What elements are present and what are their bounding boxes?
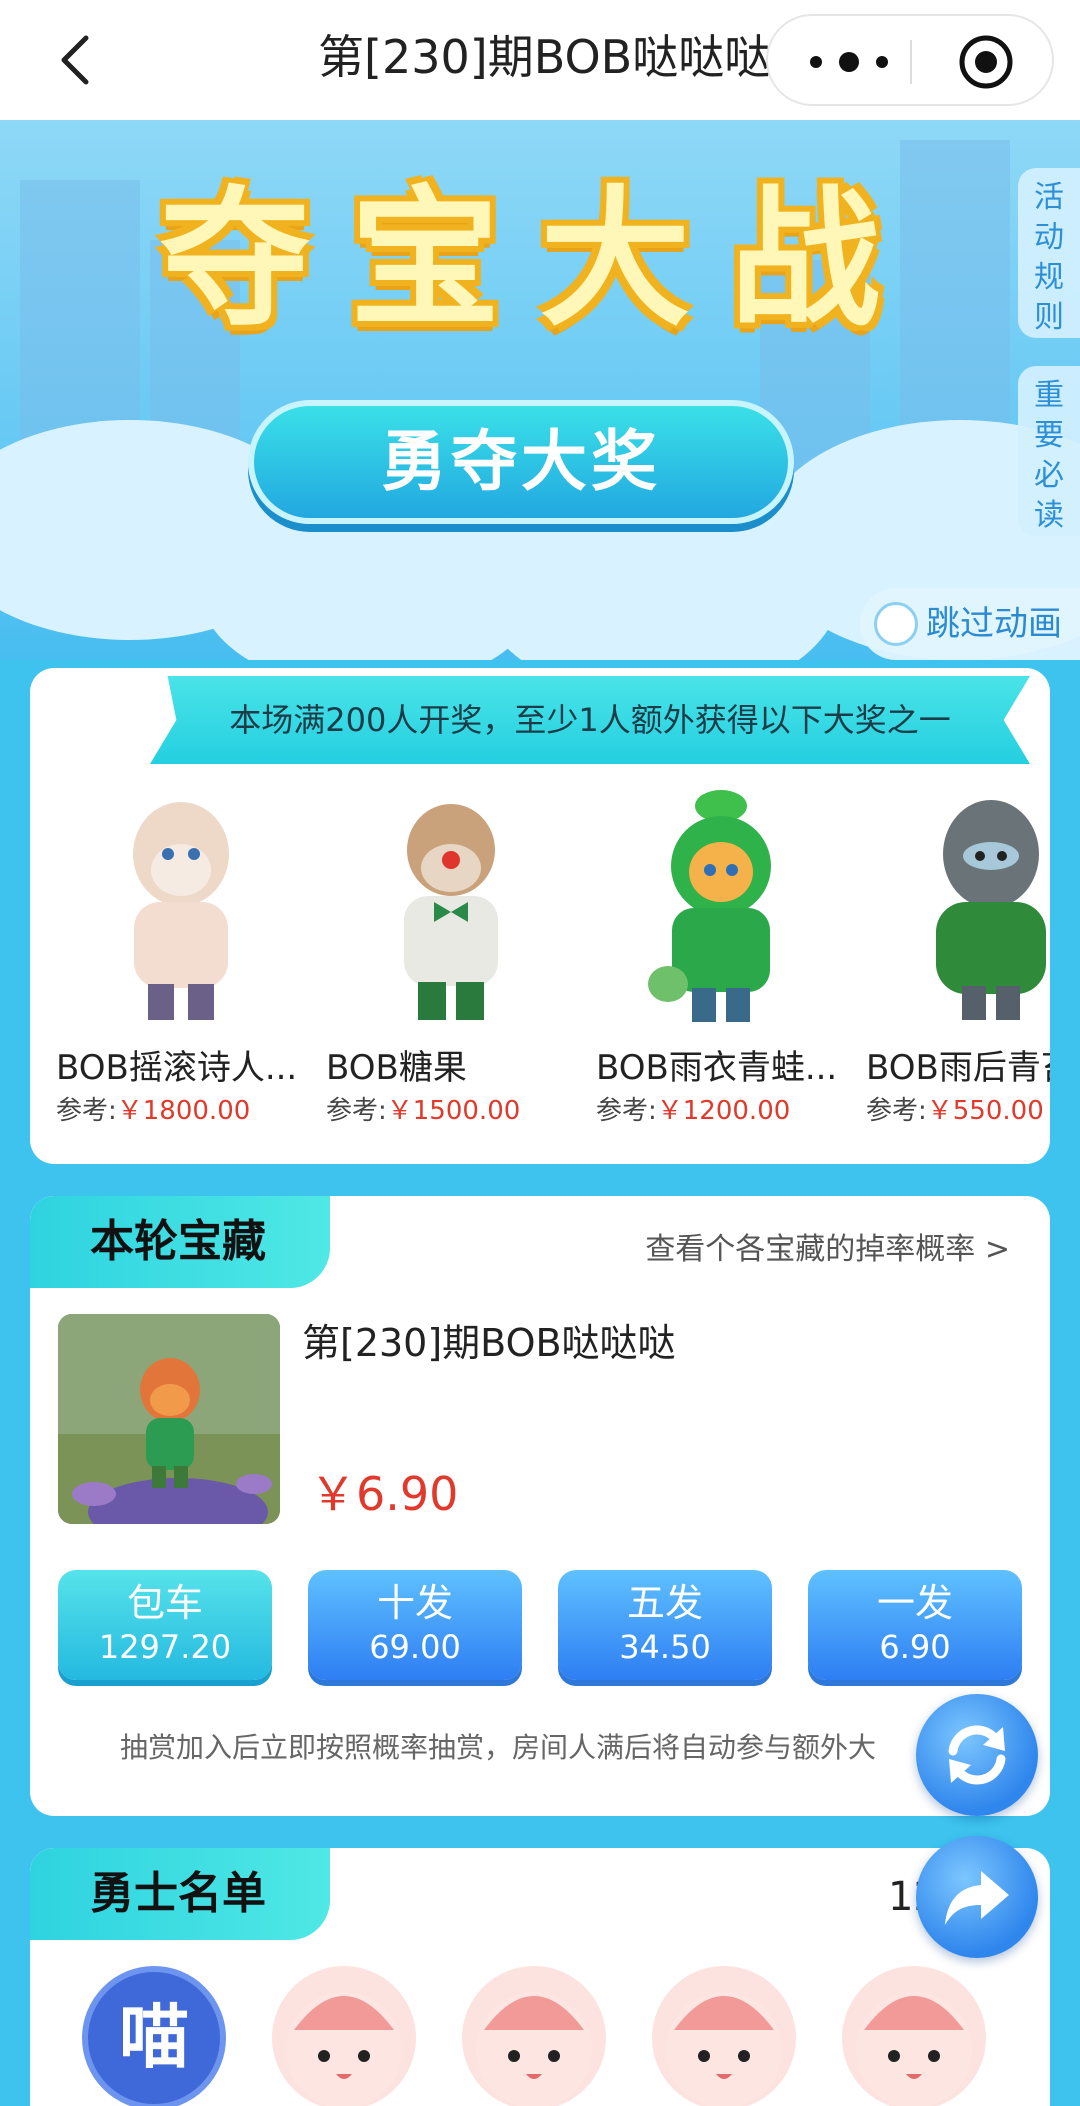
hero-banner: 夺宝大战 勇夺大奖 活动规则 重要必读 <box>0 120 1080 660</box>
share-button[interactable] <box>916 1836 1038 1958</box>
skip-animation-button[interactable]: 跳过动画 <box>860 588 1080 660</box>
ref-label: 参考: <box>56 1096 117 1126</box>
prize-banner: 本场满200人开奖，至少1人额外获得以下大奖之一 <box>150 676 1030 764</box>
page-title: 第[230]期BOB哒哒哒 <box>318 30 771 84</box>
avatar[interactable]: 喵 <box>82 1966 226 2106</box>
prize-name: BOB糖果 <box>326 1048 467 1088</box>
ref-label: 参考: <box>596 1096 657 1126</box>
prize-ref: 参考:￥1500.00 <box>326 1090 520 1127</box>
buy-button-price: 34.50 <box>619 1628 711 1666</box>
hero-pill: 勇夺大奖 <box>248 400 794 524</box>
prize-name: BOB雨衣青蛙... <box>596 1048 838 1088</box>
drop-rate-link[interactable]: 查看个各宝藏的掉率概率 > <box>645 1224 1010 1268</box>
prize-name: BOB雨后青苔 <box>866 1048 1050 1088</box>
prize-price: ￥1800.00 <box>116 1096 251 1126</box>
prize-name: BOB摇滚诗人... <box>56 1048 298 1088</box>
section-tab: 本轮宝藏 <box>30 1196 330 1288</box>
goods-price: ￥6.90 <box>310 1467 459 1521</box>
rules-tab[interactable]: 活动规则 <box>1018 168 1080 338</box>
skip-label: 跳过动画 <box>926 604 1062 644</box>
prize-ref: 参考:￥550.00 <box>866 1090 1044 1127</box>
buy-button-label: 十发 <box>376 1581 453 1625</box>
goods-image <box>58 1314 280 1524</box>
ref-label: 参考: <box>866 1096 927 1126</box>
prize-item[interactable]: BOB雨衣青蛙... 参考:￥1200.00 <box>596 784 846 1126</box>
prize-ref: 参考:￥1200.00 <box>596 1090 790 1127</box>
prize-figure-image <box>133 802 229 1020</box>
avatar[interactable] <box>842 1966 986 2106</box>
prize-figure-image <box>936 800 1046 1020</box>
buy-button-price: 1297.20 <box>98 1628 232 1666</box>
treasure-card: 本轮宝藏 查看个各宝藏的掉率概率 > 第[230]期BOB哒哒哒 ￥6.90 包… <box>30 1196 1050 1816</box>
avatar[interactable] <box>462 1966 606 2106</box>
heroes-list-card: 勇士名单 12 喵 <box>30 1848 1050 2106</box>
target-icon[interactable] <box>958 34 1014 90</box>
back-icon[interactable] <box>48 30 108 90</box>
prize-price: ￥1200.00 <box>656 1096 791 1126</box>
buy-button-label: 五发 <box>626 1581 703 1625</box>
mini-program-capsule <box>766 14 1054 106</box>
section-title: 本轮宝藏 <box>90 1216 266 1267</box>
buy-full-box-button[interactable]: 包车 1297.20 <box>58 1570 272 1680</box>
ref-label: 参考: <box>326 1096 387 1126</box>
buy-button-label: 一发 <box>876 1581 953 1625</box>
prize-item[interactable]: BOB糖果 参考:￥1500.00 <box>326 784 576 1126</box>
rule-notice: 抽赏加入后立即按照概率抽赏，房间人满后将自动参与额外大 <box>120 1731 877 1764</box>
prize-item[interactable]: BOB雨后青苔 参考:￥550.00 <box>866 784 1050 1126</box>
prize-item[interactable]: BOB摇滚诗人... 参考:￥1800.00 <box>56 784 306 1126</box>
buy-five-button[interactable]: 五发 34.50 <box>558 1570 772 1680</box>
prize-ref: 参考:￥1800.00 <box>56 1090 250 1127</box>
goods-name: 第[230]期BOB哒哒哒 <box>302 1321 676 1365</box>
avatar[interactable] <box>272 1966 416 2106</box>
hero-title: 夺宝大战 <box>159 173 920 347</box>
skip-checkbox[interactable] <box>874 602 918 646</box>
prize-banner-text: 本场满200人开奖，至少1人额外获得以下大奖之一 <box>229 701 951 739</box>
section-title: 勇士名单 <box>90 1868 266 1919</box>
refresh-icon <box>948 1725 1006 1785</box>
prize-price: ￥550.00 <box>926 1096 1044 1126</box>
more-icon[interactable] <box>804 42 894 82</box>
buy-button-price: 6.90 <box>879 1628 951 1666</box>
top-nav-bar: 第[230]期BOB哒哒哒 <box>0 0 1080 120</box>
grand-prize-card: 本场满200人开奖，至少1人额外获得以下大奖之一 BOB摇滚诗人... 参考:￥… <box>30 668 1050 1164</box>
buy-ten-button[interactable]: 十发 69.00 <box>308 1570 522 1680</box>
avatar-text: 喵 <box>119 1996 189 2078</box>
refresh-button[interactable] <box>916 1694 1038 1816</box>
buy-button-price: 69.00 <box>369 1628 461 1666</box>
prize-figure-image <box>404 804 498 1020</box>
prize-figure-image <box>648 790 771 1022</box>
buy-one-button[interactable]: 一发 6.90 <box>808 1570 1022 1680</box>
buy-button-label: 包车 <box>126 1581 203 1625</box>
section-tab: 勇士名单 <box>30 1848 330 1940</box>
important-tab[interactable]: 重要必读 <box>1018 366 1080 536</box>
share-icon <box>945 1871 1009 1925</box>
avatar[interactable] <box>652 1966 796 2106</box>
hero-pill-label: 勇夺大奖 <box>381 423 661 500</box>
prize-price: ￥1500.00 <box>386 1096 521 1126</box>
capsule-divider <box>910 40 912 84</box>
